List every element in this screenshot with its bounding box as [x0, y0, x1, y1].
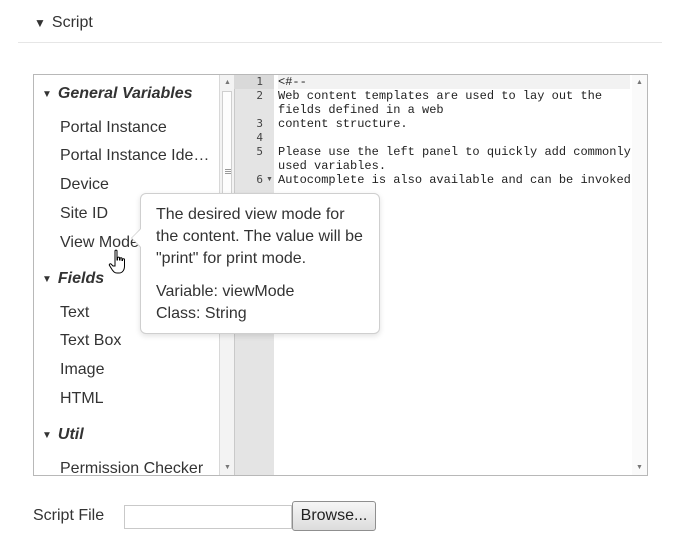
variable-device[interactable]: Device	[60, 176, 212, 194]
line-number	[234, 159, 274, 173]
util-permission-checker[interactable]: Permission Checker	[60, 460, 212, 475]
scroll-up-icon[interactable]: ▲	[220, 79, 234, 86]
line-number: 5	[256, 145, 263, 158]
tooltip-variable: Variable: viewMode	[156, 283, 295, 300]
caret-down-icon: ▼	[42, 273, 52, 285]
scroll-up-icon[interactable]: ▲	[632, 79, 647, 86]
fold-caret-icon[interactable]: ▼	[266, 176, 273, 183]
section-divider	[18, 42, 662, 43]
line-number: 2	[256, 89, 263, 102]
category-fields[interactable]: ▼ Fields	[42, 270, 104, 288]
caret-down-icon: ▼	[42, 429, 52, 441]
tooltip-pointer-fill	[132, 229, 141, 247]
tooltip-class: Class: String	[156, 305, 247, 322]
code-line: fields defined in a web	[278, 103, 444, 117]
code-line: Web content templates are used to lay ou…	[278, 89, 603, 103]
code-scrollbar[interactable]: ▲ ▼	[632, 75, 647, 475]
code-line: Autocomplete is also available and can b…	[278, 173, 631, 187]
script-file-input[interactable]	[124, 505, 292, 529]
category-label: Fields	[57, 270, 105, 287]
category-general-variables[interactable]: ▼ General Variables	[42, 85, 193, 103]
variable-portal-instance-id[interactable]: Portal Instance Ide…	[60, 147, 212, 165]
category-label: Util	[57, 426, 84, 443]
line-number: 3	[256, 117, 263, 130]
variable-tooltip: The desired view mode for the content. T…	[140, 193, 380, 334]
code-line: used variables.	[278, 159, 387, 173]
category-util[interactable]: ▼ Util	[42, 426, 84, 444]
triangle-down-icon: ▼	[34, 16, 46, 30]
line-number	[234, 103, 274, 117]
code-line: content structure.	[278, 117, 408, 131]
field-image[interactable]: Image	[60, 361, 212, 379]
variable-portal-instance[interactable]: Portal Instance	[60, 119, 212, 137]
scroll-down-icon[interactable]: ▼	[220, 464, 234, 471]
tooltip-meta: Variable: viewMode Class: String	[156, 281, 365, 325]
code-line: Please use the left panel to quickly add…	[278, 145, 631, 159]
field-text-box[interactable]: Text Box	[60, 332, 212, 350]
line-number: 1	[234, 75, 274, 89]
tooltip-description: The desired view mode for the content. T…	[156, 206, 363, 267]
script-section-toggle[interactable]: ▼ Script	[34, 12, 93, 34]
section-title: Script	[51, 14, 93, 31]
category-label: General Variables	[57, 85, 193, 102]
line-number: 4	[256, 131, 263, 144]
field-html[interactable]: HTML	[60, 390, 212, 408]
hand-pointer-icon	[108, 249, 125, 274]
scroll-down-icon[interactable]: ▼	[632, 464, 647, 471]
script-file-label: Script File	[33, 507, 105, 524]
caret-down-icon: ▼	[42, 88, 52, 100]
code-line: <#--	[278, 75, 630, 89]
browse-button[interactable]: Browse...	[292, 501, 376, 531]
